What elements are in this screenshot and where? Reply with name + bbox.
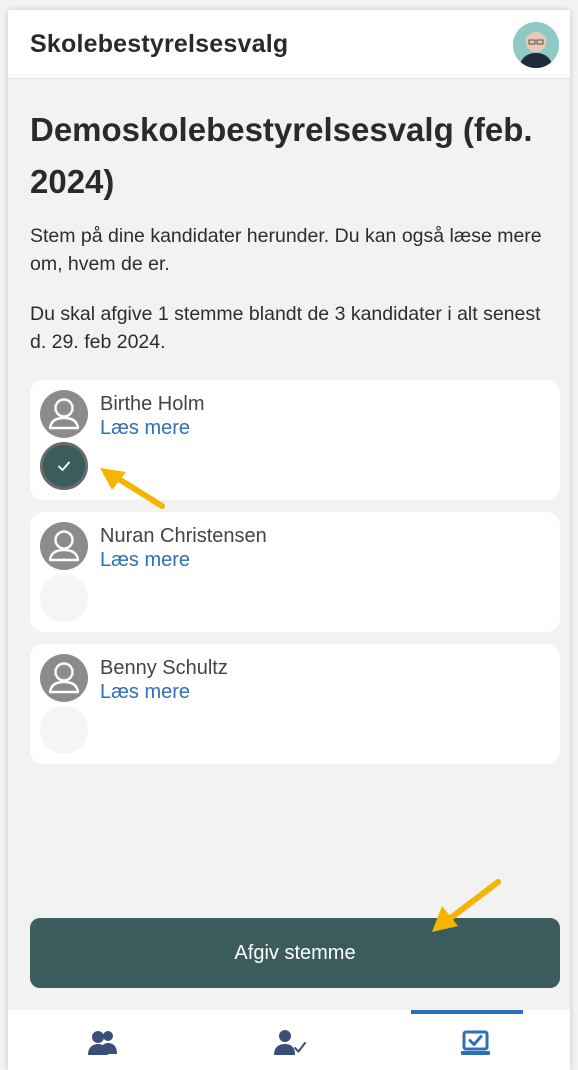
intro-text: Stem på dine kandidater herunder. Du kan… <box>30 225 542 275</box>
person-icon <box>40 654 88 702</box>
ballot-check-icon <box>461 1030 490 1055</box>
avatar-image <box>513 22 559 68</box>
candidate-name: Nuran Christensen <box>100 525 267 547</box>
tab-ballot[interactable] <box>382 1010 569 1070</box>
candidate-card[interactable]: Benny Schultz Læs mere <box>30 644 560 764</box>
user-check-icon <box>274 1030 306 1055</box>
candidate-name: Benny Schultz <box>100 657 228 679</box>
vote-checkbox[interactable] <box>40 706 88 754</box>
vote-checkbox[interactable] <box>40 574 88 622</box>
tab-my-vote[interactable] <box>195 1010 382 1070</box>
group-icon <box>88 1031 117 1055</box>
person-icon <box>40 390 88 438</box>
person-icon <box>40 522 88 570</box>
read-more-link[interactable]: Læs mere <box>100 681 190 704</box>
app-title: Skolebestyrelsesvalg <box>30 30 289 58</box>
read-more-link[interactable]: Læs mere <box>100 549 190 572</box>
vote-checkbox-selected[interactable] <box>40 442 88 490</box>
annotation-arrow-icon <box>100 468 165 509</box>
avatar[interactable] <box>513 22 559 68</box>
instructions-text: Du skal afgive 1 stemme blandt de 3 kand… <box>30 303 541 353</box>
checkmark-icon <box>58 461 70 471</box>
bottom-tab-bar <box>8 1010 570 1070</box>
top-bar: Skolebestyrelsesvalg <box>8 10 570 79</box>
read-more-link[interactable]: Læs mere <box>100 417 190 440</box>
page-title: Demoskolebestyrelsesvalg (feb. 2024) <box>30 111 533 200</box>
annotation-arrow-icon <box>432 879 501 932</box>
tab-candidates[interactable] <box>8 1010 195 1070</box>
candidate-card[interactable]: Nuran Christensen Læs mere <box>30 512 560 632</box>
candidate-name: Birthe Holm <box>100 393 205 415</box>
